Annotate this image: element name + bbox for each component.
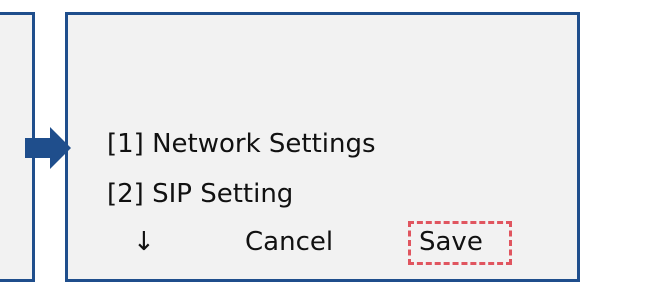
cancel-softkey[interactable]: Cancel	[245, 229, 333, 255]
down-arrow-icon[interactable]: ↓	[133, 229, 155, 255]
menu-item-network-settings[interactable]: [1] Network Settings	[107, 131, 376, 157]
menu-item-sip-setting[interactable]: [2] SIP Setting	[107, 181, 293, 207]
right-arrow-icon	[25, 127, 71, 169]
save-softkey[interactable]: Save	[408, 221, 512, 265]
